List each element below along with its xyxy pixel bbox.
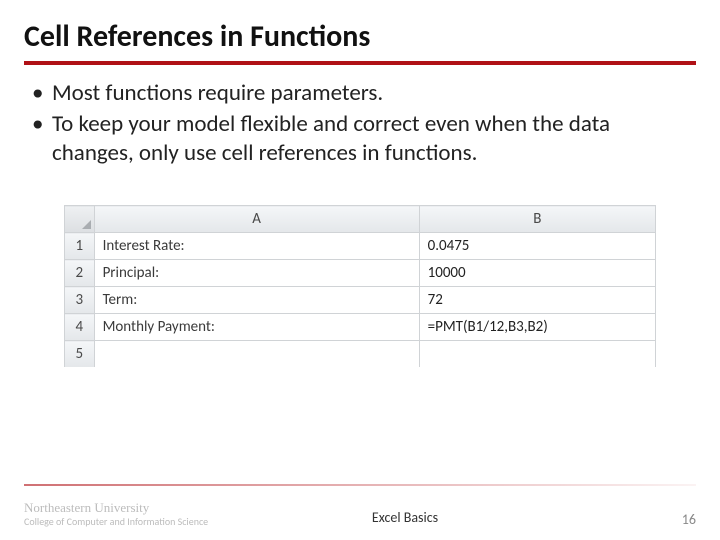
cell-a: Interest Rate:	[94, 233, 419, 260]
column-header-b: B	[419, 206, 655, 233]
row-header: 5	[65, 341, 95, 368]
cell-a: Monthly Payment:	[94, 314, 419, 341]
table-row: 4 Monthly Payment: =PMT(B1/12,B3,B2)	[65, 314, 656, 341]
bullet-item: Most functions require parameters.	[24, 79, 696, 108]
cell-b	[419, 341, 655, 368]
footer: Northeastern University College of Compu…	[24, 500, 696, 528]
cell-a: Principal:	[94, 260, 419, 287]
cell-a	[94, 341, 419, 368]
row-header: 1	[65, 233, 95, 260]
cell-a: Term:	[94, 287, 419, 314]
university-footer: Northeastern University College of Compu…	[24, 500, 208, 528]
slide-title: Cell References in Functions	[24, 18, 696, 65]
bullet-item: To keep your model flexible and correct …	[24, 110, 696, 168]
row-header: 2	[65, 260, 95, 287]
table-row: 2 Principal: 10000	[65, 260, 656, 287]
select-all-corner	[65, 206, 95, 233]
university-name: Northeastern University	[24, 500, 208, 516]
table-row: 3 Term: 72	[65, 287, 656, 314]
row-header: 3	[65, 287, 95, 314]
cell-b: 10000	[419, 260, 655, 287]
row-header: 4	[65, 314, 95, 341]
bullet-list: Most functions require parameters. To ke…	[24, 79, 696, 167]
cell-b: 0.0475	[419, 233, 655, 260]
cell-b: 72	[419, 287, 655, 314]
table-row-partial: 5	[65, 341, 656, 368]
cell-b: =PMT(B1/12,B3,B2)	[419, 314, 655, 341]
table-row: 1 Interest Rate: 0.0475	[65, 233, 656, 260]
university-sub: College of Computer and Information Scie…	[24, 515, 208, 528]
footer-divider	[24, 484, 696, 486]
column-header-a: A	[94, 206, 419, 233]
excel-screenshot: A B 1 Interest Rate: 0.0475 2 Principal:…	[64, 205, 656, 367]
page-number: 16	[682, 511, 696, 528]
